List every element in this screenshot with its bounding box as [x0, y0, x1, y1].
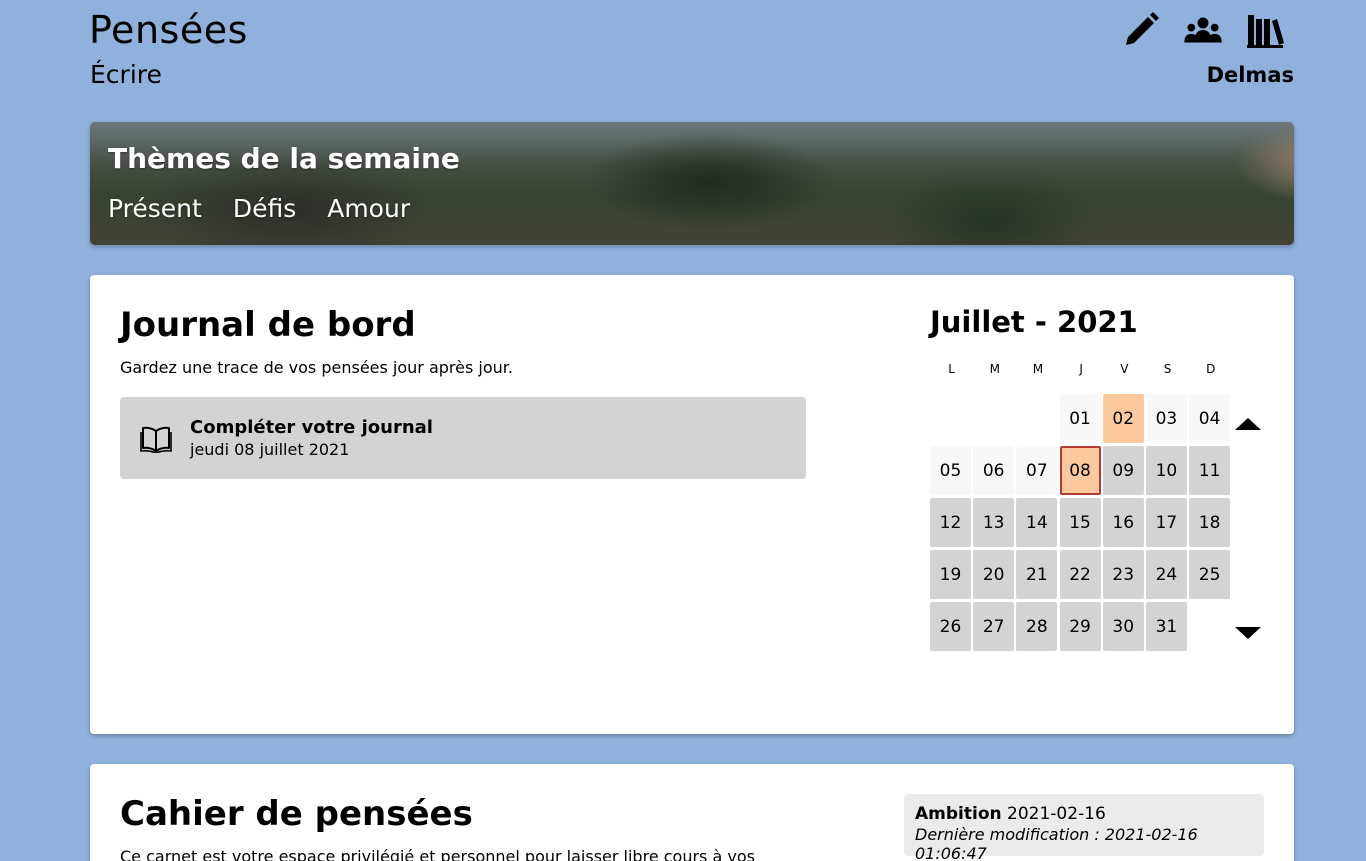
calendar-empty-cell [973, 394, 1014, 443]
calendar-day[interactable]: 09 [1102, 446, 1144, 495]
journal-description: Gardez une trace de vos pensées jour apr… [120, 358, 513, 377]
calendar-day[interactable]: 11 [1189, 446, 1231, 495]
next-month-arrow[interactable] [1235, 627, 1261, 639]
calendar-day[interactable]: 24 [1145, 550, 1187, 599]
calendar-day-today[interactable]: 08 [1059, 446, 1101, 495]
themes-title: Thèmes de la semaine [108, 142, 460, 175]
calendar-day[interactable]: 16 [1102, 498, 1144, 547]
user-name[interactable]: Delmas [1207, 63, 1294, 87]
calendar-day[interactable]: 05 [930, 446, 971, 495]
weekday-label: M [989, 362, 1000, 376]
weekday-label: J [1079, 362, 1083, 376]
journal-title: Journal de bord [120, 305, 416, 345]
page-subtitle: Écrire [90, 60, 162, 89]
calendar-day[interactable]: 19 [930, 550, 971, 599]
note-header: Ambition 2021-02-16 [915, 804, 1253, 824]
calendar-day[interactable]: 03 [1145, 394, 1187, 443]
previous-month-arrow[interactable] [1235, 418, 1261, 430]
calendar-day[interactable]: 27 [973, 602, 1015, 651]
calendar-empty-cell [930, 394, 971, 443]
calendar-day[interactable]: 04 [1189, 394, 1231, 443]
users-icon[interactable] [1182, 10, 1224, 50]
calendar-title: Juillet - 2021 [930, 305, 1138, 339]
calendar-day[interactable]: 17 [1145, 498, 1187, 547]
notebook-description: Ce carnet est votre espace privilégié et… [120, 847, 755, 861]
library-icon[interactable] [1244, 10, 1286, 50]
calendar-day[interactable]: 06 [973, 446, 1015, 495]
weekday-label: V [1120, 362, 1129, 376]
app-title: Pensées [89, 8, 248, 52]
top-nav [1120, 10, 1286, 50]
calendar-day[interactable]: 22 [1059, 550, 1101, 599]
theme-tag[interactable]: Défis [233, 194, 296, 223]
book-open-icon [140, 425, 172, 457]
weekday-label: S [1163, 362, 1172, 376]
note-modified: Dernière modification : 2021-02-16 01:06… [915, 825, 1198, 861]
calendar-empty-cell [1016, 394, 1057, 443]
calendar-day[interactable]: 31 [1145, 602, 1187, 651]
calendar-day[interactable]: 12 [930, 498, 971, 547]
pencil-icon[interactable] [1120, 10, 1162, 50]
entry-date: jeudi 08 juillet 2021 [190, 440, 350, 459]
calendar-weekdays: L M M J V S D [930, 362, 1232, 376]
calendar-day[interactable]: 30 [1102, 602, 1144, 651]
calendar-day[interactable]: 29 [1059, 602, 1101, 651]
entry-title: Compléter votre journal [190, 417, 433, 438]
calendar-day[interactable]: 10 [1145, 446, 1187, 495]
calendar-day[interactable]: 26 [930, 602, 971, 651]
journal-card: Journal de bord Gardez une trace de vos … [90, 275, 1294, 734]
calendar-day[interactable]: 07 [1016, 446, 1058, 495]
calendar-day[interactable]: 28 [1016, 602, 1058, 651]
calendar-day[interactable]: 23 [1102, 550, 1144, 599]
calendar-day[interactable]: 21 [1016, 550, 1058, 599]
calendar-day[interactable]: 18 [1189, 498, 1231, 547]
theme-tag[interactable]: Présent [108, 194, 202, 223]
note-item[interactable]: Ambition 2021-02-16 Dernière modificatio… [904, 794, 1264, 861]
note-name: Ambition [915, 804, 1002, 824]
themes-tags: Présent Défis Amour [108, 194, 410, 223]
calendar-day[interactable]: 15 [1059, 498, 1101, 547]
calendar-grid: 01 02 03 04 05 06 07 08 09 10 11 12 13 14 15 16 17 18 19 20… [930, 394, 1231, 651]
calendar-day[interactable]: 01 [1059, 394, 1101, 443]
weekday-label: L [948, 362, 955, 376]
calendar-day[interactable]: 20 [973, 550, 1015, 599]
theme-tag[interactable]: Amour [327, 194, 410, 223]
calendar-day[interactable]: 14 [1016, 498, 1058, 547]
notebook-title: Cahier de pensées [120, 794, 473, 834]
banner-overlay [90, 122, 1294, 245]
calendar-day[interactable]: 25 [1189, 550, 1231, 599]
calendar-day[interactable]: 13 [973, 498, 1015, 547]
calendar-day[interactable]: 02 [1102, 394, 1144, 443]
weekday-label: D [1206, 362, 1216, 376]
weekday-label: M [1032, 362, 1044, 376]
complete-journal-button[interactable]: Compléter votre journal jeudi 08 juillet… [120, 397, 806, 479]
notebook-card: Cahier de pensées Ce carnet est votre es… [90, 764, 1294, 861]
themes-banner: Thèmes de la semaine Présent Défis Amour [90, 122, 1294, 245]
note-date: 2021-02-16 [1007, 804, 1106, 824]
